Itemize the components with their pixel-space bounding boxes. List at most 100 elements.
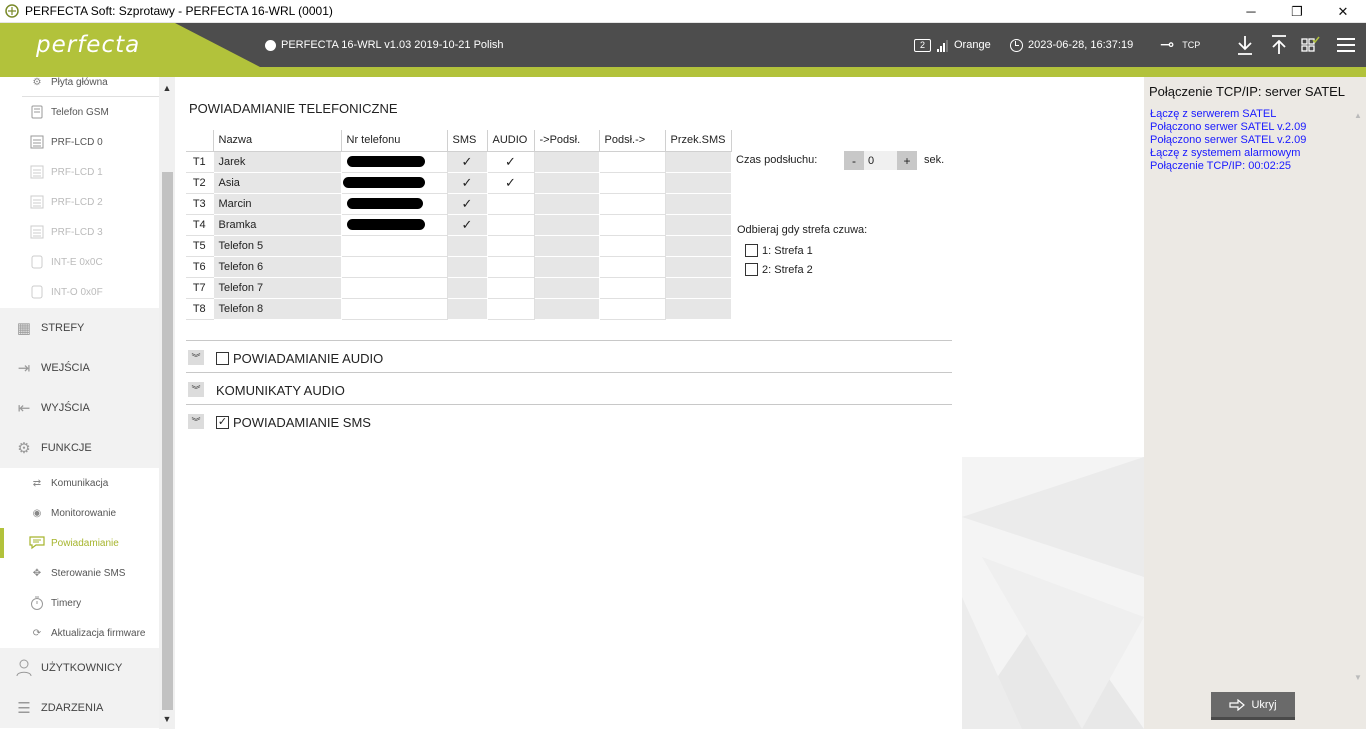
listen-in-cell[interactable]: [534, 151, 600, 173]
menu-button[interactable]: [1336, 23, 1356, 67]
sidebar-item-sterowanie-sms[interactable]: ✥ Sterowanie SMS: [0, 558, 159, 588]
hide-panel-button[interactable]: Ukryj: [1211, 692, 1295, 720]
listen-out-cell[interactable]: [599, 214, 666, 236]
sms-cell[interactable]: ✓: [447, 193, 488, 215]
restore-button[interactable]: ❐: [1274, 0, 1320, 23]
audio-cell[interactable]: [487, 214, 535, 236]
phone-name-cell[interactable]: Marcin: [213, 193, 342, 215]
scroll-down-arrow-icon[interactable]: ▼: [159, 711, 175, 727]
close-button[interactable]: ✕: [1320, 0, 1366, 23]
scroll-up-arrow-icon[interactable]: ▲: [1354, 111, 1362, 120]
sms-cell[interactable]: [447, 256, 488, 278]
sidebar-item-plyta-glowna[interactable]: ⚙ Płyta główna: [0, 77, 159, 97]
write-button[interactable]: [1269, 23, 1289, 67]
phone-name-cell[interactable]: Telefon 8: [213, 298, 342, 320]
forward-sms-cell[interactable]: [665, 193, 732, 215]
connection-button[interactable]: ⊸ TCP: [1160, 23, 1200, 67]
table-row[interactable]: T8 Telefon 8: [186, 298, 732, 320]
forward-sms-cell[interactable]: [665, 151, 732, 173]
table-row[interactable]: T2 Asia ✓ ✓: [186, 172, 732, 194]
zone-1-checkbox[interactable]: [745, 244, 758, 257]
listen-in-cell[interactable]: [534, 256, 600, 278]
sidebar-section-uzytkownicy[interactable]: UŻYTKOWNICY: [0, 648, 159, 688]
table-row[interactable]: T6 Telefon 6: [186, 256, 732, 278]
audio-cell[interactable]: [487, 298, 535, 320]
sms-cell[interactable]: [447, 298, 488, 320]
phone-name-cell[interactable]: Asia: [213, 172, 342, 194]
listen-in-cell[interactable]: [534, 277, 600, 299]
listen-in-cell[interactable]: [534, 193, 600, 215]
scroll-down-arrow-icon[interactable]: ▼: [1354, 673, 1362, 682]
phone-number-cell[interactable]: [341, 298, 448, 320]
forward-sms-cell[interactable]: [665, 277, 732, 299]
log-scrollbar[interactable]: ▲ ▼: [1350, 107, 1366, 687]
increment-button[interactable]: +: [897, 151, 917, 170]
audio-cell[interactable]: ✓: [487, 172, 535, 194]
expand-chevron-icon[interactable]: ︾: [188, 382, 204, 397]
sidebar-item-int-e[interactable]: INT-E 0x0C: [0, 247, 159, 277]
sms-cell[interactable]: [447, 235, 488, 257]
expand-chevron-icon[interactable]: ︾: [188, 350, 204, 365]
listen-out-cell[interactable]: [599, 151, 666, 173]
sidebar-item-prf-lcd-0[interactable]: PRF-LCD 0: [0, 127, 159, 157]
sidebar-item-komunikacja[interactable]: ⇄ Komunikacja: [0, 468, 159, 498]
sidebar-item-powiadamianie[interactable]: Powiadamianie: [0, 528, 159, 558]
sidebar-scrollbar-thumb[interactable]: [162, 172, 173, 710]
expand-chevron-icon[interactable]: ︾: [188, 414, 204, 429]
phone-number-cell[interactable]: [341, 172, 448, 194]
listen-out-cell[interactable]: [599, 298, 666, 320]
sidebar-item-monitorowanie[interactable]: ◉ Monitorowanie: [0, 498, 159, 528]
sidebar-item-aktualizacja[interactable]: ⟳ Aktualizacja firmware: [0, 618, 159, 648]
phone-name-cell[interactable]: Jarek: [213, 151, 342, 173]
table-row[interactable]: T4 Bramka ✓: [186, 214, 732, 236]
audio-notification-checkbox[interactable]: [216, 352, 229, 365]
listen-time-value[interactable]: 0: [864, 151, 897, 170]
sms-cell[interactable]: [447, 277, 488, 299]
sidebar-section-wejscia[interactable]: ⇥ WEJŚCIA: [0, 348, 159, 388]
sms-cell[interactable]: ✓: [447, 172, 488, 194]
sidebar-section-funkcje[interactable]: ⚙ FUNKCJE: [0, 428, 159, 468]
sidebar-item-prf-lcd-1[interactable]: PRF-LCD 1: [0, 157, 159, 187]
sms-cell[interactable]: ✓: [447, 214, 488, 236]
listen-out-cell[interactable]: [599, 193, 666, 215]
sidebar-section-wyjscia[interactable]: ⇤ WYJŚCIA: [0, 388, 159, 428]
audio-cell[interactable]: [487, 277, 535, 299]
table-row[interactable]: T3 Marcin ✓: [186, 193, 732, 215]
sidebar-section-zdarzenia[interactable]: ☰ ZDARZENIA: [0, 688, 159, 728]
listen-out-cell[interactable]: [599, 235, 666, 257]
forward-sms-cell[interactable]: [665, 214, 732, 236]
minimize-button[interactable]: ─: [1228, 0, 1274, 23]
sidebar-item-prf-lcd-3[interactable]: PRF-LCD 3: [0, 217, 159, 247]
phone-number-cell[interactable]: [341, 256, 448, 278]
listen-out-cell[interactable]: [599, 256, 666, 278]
sidebar-item-prf-lcd-2[interactable]: PRF-LCD 2: [0, 187, 159, 217]
phone-number-cell[interactable]: [341, 277, 448, 299]
sidebar-item-int-o[interactable]: INT-O 0x0F: [0, 277, 159, 307]
sidebar-item-telefon-gsm[interactable]: Telefon GSM: [0, 97, 159, 127]
audio-cell[interactable]: [487, 235, 535, 257]
audio-cell[interactable]: [487, 193, 535, 215]
sidebar-section-strefy[interactable]: ▦ STREFY: [0, 308, 159, 348]
listen-in-cell[interactable]: [534, 214, 600, 236]
phone-name-cell[interactable]: Telefon 7: [213, 277, 342, 299]
audio-cell[interactable]: [487, 256, 535, 278]
listen-in-cell[interactable]: [534, 235, 600, 257]
phone-name-cell[interactable]: Telefon 5: [213, 235, 342, 257]
listen-out-cell[interactable]: [599, 277, 666, 299]
zone-2-checkbox[interactable]: [745, 263, 758, 276]
sms-notification-checkbox[interactable]: ✓: [216, 416, 229, 429]
decrement-button[interactable]: -: [844, 151, 864, 170]
forward-sms-cell[interactable]: [665, 172, 732, 194]
table-row[interactable]: T1 Jarek ✓ ✓: [186, 151, 732, 173]
phone-number-cell[interactable]: [341, 193, 448, 215]
forward-sms-cell[interactable]: [665, 298, 732, 320]
read-button[interactable]: [1235, 23, 1255, 67]
table-row[interactable]: T7 Telefon 7: [186, 277, 732, 299]
listen-in-cell[interactable]: [534, 298, 600, 320]
sms-cell[interactable]: ✓: [447, 151, 488, 173]
phone-number-cell[interactable]: [341, 214, 448, 236]
phone-number-cell[interactable]: [341, 235, 448, 257]
phone-number-cell[interactable]: [341, 151, 448, 173]
phone-name-cell[interactable]: Bramka: [213, 214, 342, 236]
audio-cell[interactable]: ✓: [487, 151, 535, 173]
